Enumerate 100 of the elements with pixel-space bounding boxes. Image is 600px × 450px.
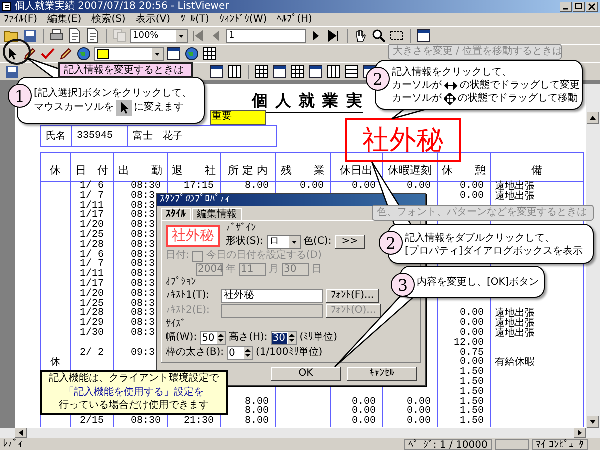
text-field[interactable]: 社外秘 (221, 289, 323, 303)
table-cell-text: 富士 花子 (132, 130, 184, 144)
table-cell: 2/ 2 (71, 348, 114, 358)
group-label: ｻｲｽﾞ (166, 319, 186, 330)
globe-icon[interactable] (76, 46, 92, 62)
globe-icon[interactable] (184, 46, 200, 62)
table-cell: 0.00 (331, 398, 383, 408)
unit-label: 日 (312, 264, 322, 276)
color-button[interactable]: >> (334, 235, 366, 249)
table-cell: 8.00 (221, 417, 276, 427)
table-cell: 1/20 (71, 290, 114, 300)
vertical-scrollbar[interactable] (586, 84, 600, 428)
columns-icon[interactable] (326, 64, 342, 80)
dialog-button[interactable]: OK (271, 367, 341, 381)
callout-text: 内容を変更し、[OK]ボタン (417, 276, 540, 289)
table-cell: 1.50 (438, 417, 491, 427)
spin-arrows-icon[interactable] (217, 332, 226, 344)
window-icon[interactable] (209, 64, 225, 80)
step-number: 3 (391, 273, 415, 297)
table-cell: 21:30 (168, 417, 221, 427)
shape-dropdown[interactable]: ロ (266, 235, 301, 249)
sticky-note[interactable]: 重要 (210, 110, 266, 125)
spin-arrows-icon[interactable] (288, 332, 296, 344)
scroll-down-icon[interactable] (587, 416, 599, 428)
spin-arrows-icon[interactable] (244, 347, 252, 359)
move-arrows-icon (444, 92, 456, 104)
zoom-dropdown[interactable]: 100% (130, 28, 188, 42)
unit-label: 年 (226, 264, 236, 276)
status-text: ﾚﾃﾞｨ (3, 438, 24, 450)
table-cell: 2/15 (71, 417, 114, 427)
page-number-field[interactable]: 1 (226, 28, 306, 42)
scroll-left-icon[interactable] (15, 428, 27, 438)
grid-icon[interactable] (202, 46, 218, 62)
menu-item[interactable]: 編集(E) (48, 14, 82, 26)
close-icon[interactable] (586, 2, 598, 12)
table-cell: 1/28 (71, 240, 114, 251)
callout-text: 記入情報をクリックして、 (392, 66, 512, 79)
table-cell: 0.00 (331, 417, 383, 427)
table-cell: 1/ 7 (71, 192, 114, 202)
menu-item[interactable]: ﾌｧｲﾙ(F) (4, 14, 38, 26)
highlight-circle (3, 39, 31, 65)
menu-item[interactable]: ｳｨﾝﾄﾞｳ(W) (219, 14, 268, 26)
tab[interactable]: 編集情報 (192, 208, 242, 220)
color-dropdown[interactable] (94, 46, 164, 60)
window-icon[interactable] (272, 64, 288, 80)
table-cell: 有給休暇 (491, 358, 584, 368)
table-cell: 0.00 (438, 358, 491, 368)
column-header: 休 憩 (438, 153, 491, 181)
horizontal-scrollbar[interactable] (0, 428, 600, 438)
menu-item[interactable]: ﾂｰﾙ(T) (180, 14, 210, 26)
scroll-right-icon[interactable] (574, 428, 586, 438)
table-cell: 1.50 (438, 388, 491, 398)
search-icon[interactable] (371, 28, 387, 44)
minimize-icon[interactable] (560, 2, 572, 12)
dialog-button[interactable]: ｷｬﾝｾﾙ (347, 367, 417, 381)
document-icon[interactable] (67, 28, 83, 44)
stamp[interactable]: 社外秘 (345, 118, 461, 162)
window-icon[interactable] (416, 28, 432, 44)
unit-label: 月 (269, 264, 279, 276)
grid-icon[interactable] (290, 64, 306, 80)
spin-field[interactable]: 50 (200, 331, 226, 345)
unit-label: (1/100ﾐﾘ単位) (256, 347, 323, 359)
tab[interactable]: ｽﾀｲﾙ (161, 208, 191, 220)
callout-text: [記入選択]ボタンをクリックして、 (34, 86, 192, 100)
window-icon[interactable] (308, 64, 324, 80)
heading-tooltip: 色、フォント、パターンなどを変更するときは (372, 205, 594, 221)
table-cell: 08:30 (114, 182, 168, 192)
note-text: 記入機能は、クライアント環境設定で (49, 372, 219, 386)
menu-item[interactable]: 検索(S) (92, 14, 126, 26)
table-cell: 0.00 (383, 407, 438, 418)
column-header: 退 社 (168, 153, 221, 181)
columns-icon[interactable] (227, 64, 243, 80)
printer-icon[interactable] (49, 28, 65, 44)
table-cell: 1.50 (438, 378, 491, 388)
table-cell: 遠地出張 (491, 192, 584, 202)
window-icon[interactable] (166, 46, 182, 62)
table-cell: 0.00 (383, 417, 438, 427)
menu-item[interactable]: 表示(V) (136, 14, 170, 26)
spin-field[interactable]: 30 (270, 331, 297, 345)
menu-item[interactable]: ﾍﾙﾌﾟ(H) (277, 14, 312, 26)
grid-icon[interactable] (254, 64, 270, 80)
callout-text: の状態でドラッグして移動 (458, 92, 578, 105)
table-cell: 遠地出張 (491, 319, 584, 329)
table-cell: 遠地出張 (491, 328, 584, 339)
table-cell: 1/ 6 (71, 182, 114, 192)
scroll-up-icon[interactable] (587, 112, 599, 124)
field-label: 高さ(H): (229, 332, 268, 344)
column-header: 残 業 (276, 153, 331, 181)
table-cell: 12.00 (438, 338, 491, 349)
table-cell: 1/30 (71, 328, 114, 339)
note-text: 行っている場合だけ使用できます (59, 399, 209, 413)
field-label: 幅(W): (166, 332, 198, 344)
spin-field[interactable]: 0 (227, 346, 254, 360)
maximize-icon[interactable] (573, 2, 585, 12)
unit-label: (ﾐﾘ単位) (300, 332, 338, 344)
check-icon[interactable] (40, 46, 56, 62)
rows-icon[interactable] (344, 64, 360, 80)
document-icon[interactable] (85, 28, 101, 44)
app-icon (2, 2, 12, 12)
font-button[interactable]: ﾌｫﾝﾄ(F)... (326, 289, 380, 303)
